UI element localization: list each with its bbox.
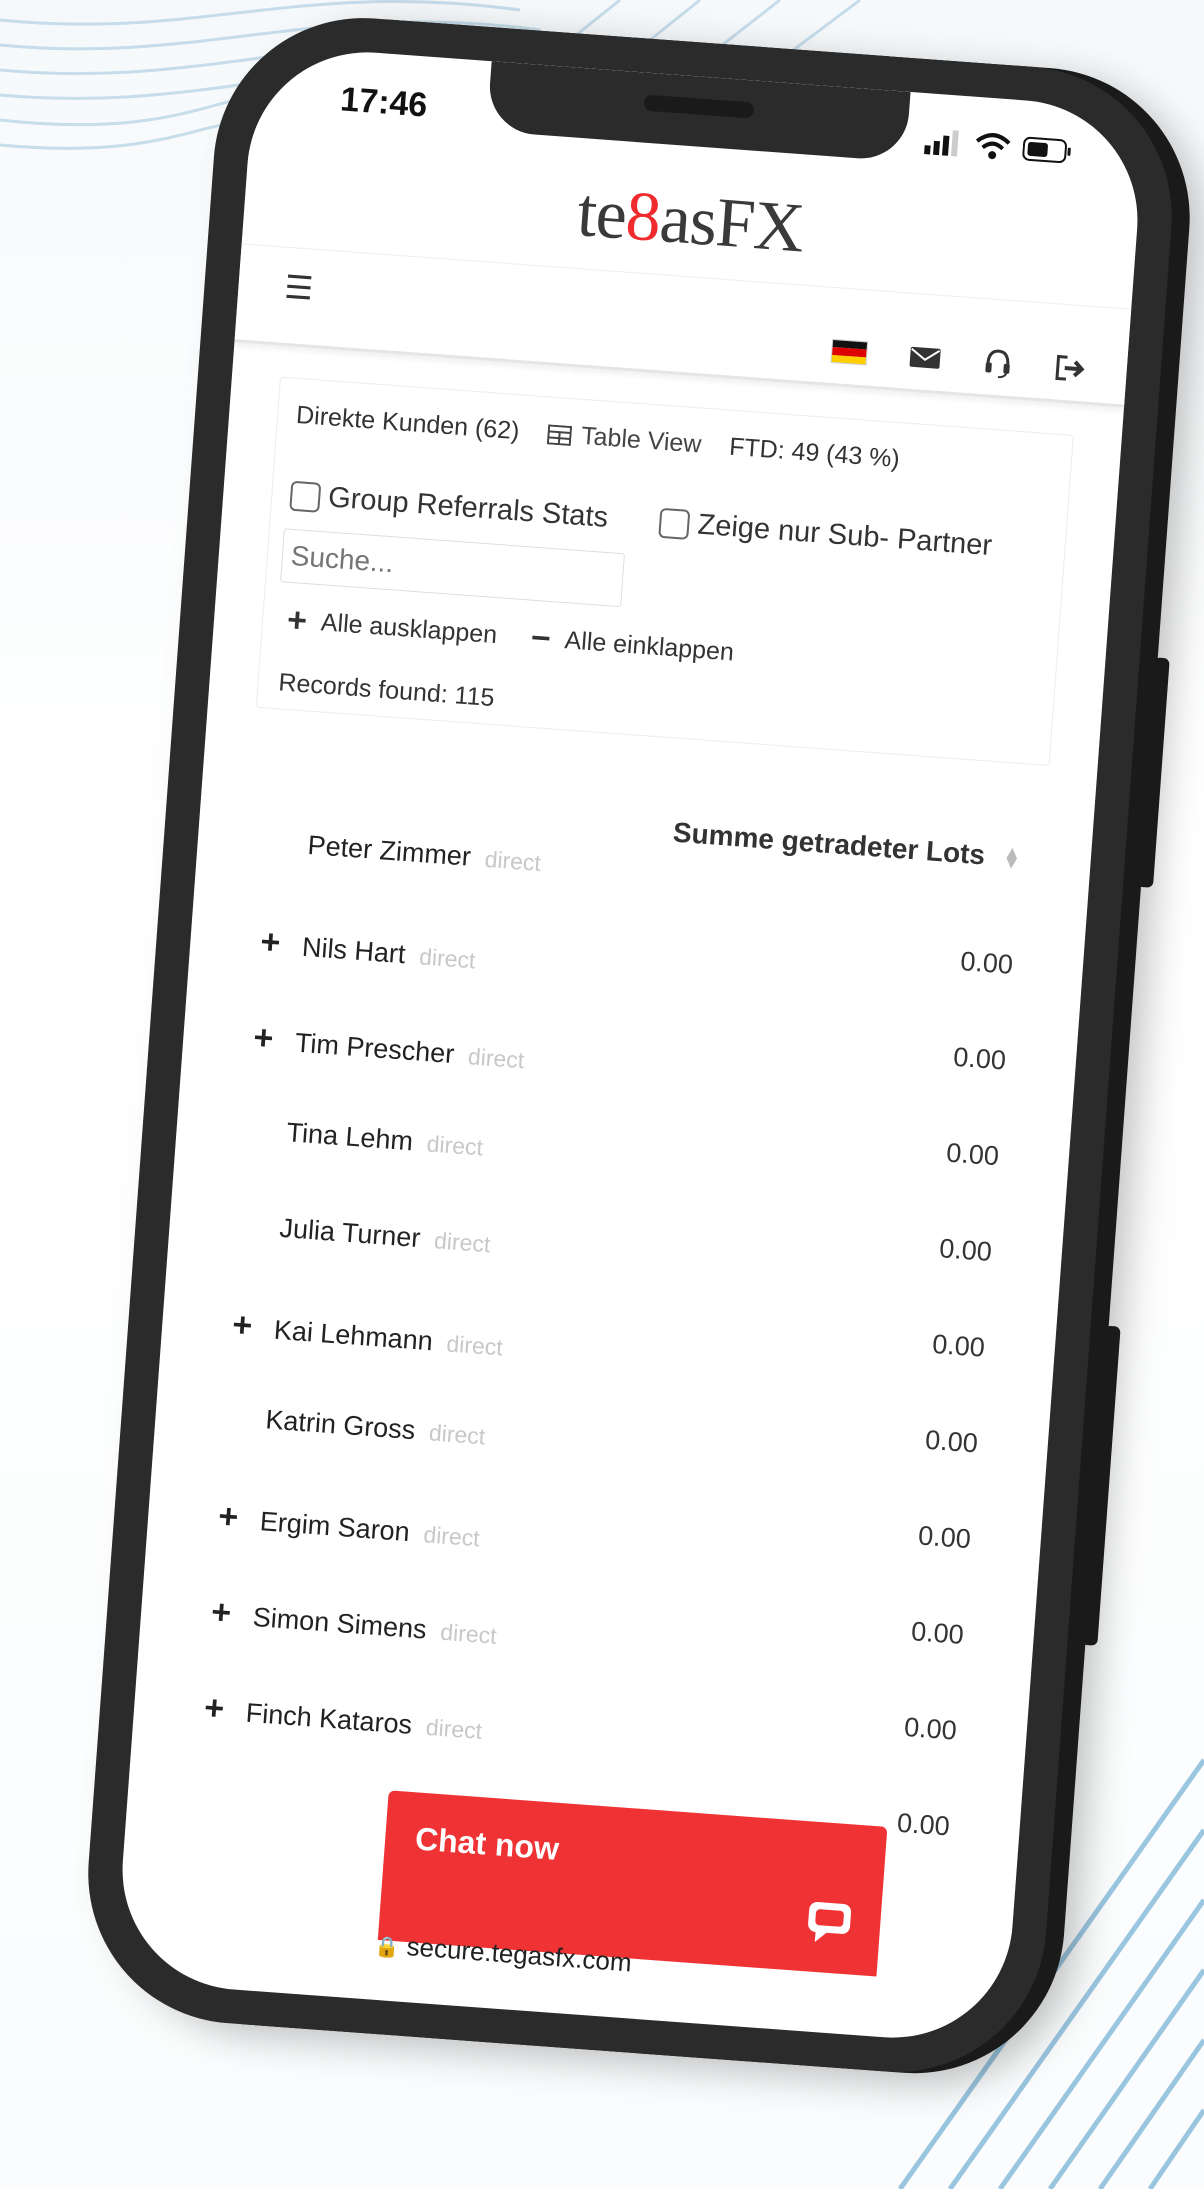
- client-name-cell: + Finch Kataros direct: [203, 1689, 484, 1748]
- expand-row-icon[interactable]: +: [203, 1689, 226, 1728]
- client-name: Peter Zimmer: [306, 829, 472, 872]
- table-row[interactable]: + Tim Prescher direct 0.00: [221, 1016, 1007, 1133]
- clients-table: Summe getradeter Lots ▲ ▼ Peter Zimmer dir…: [169, 785, 1052, 1844]
- table-row[interactable]: + Simon Simens direct 0.00: [178, 1591, 965, 1708]
- client-type-tag: direct: [424, 1713, 484, 1744]
- table-view-toggle[interactable]: Table View: [546, 419, 702, 459]
- client-name-cell: Peter Zimmer direct: [307, 830, 542, 878]
- chat-bubble-icon: [808, 1902, 852, 1942]
- client-name-cell: + Ergim Saron direct: [217, 1497, 481, 1555]
- table-row: Julia Turner direct 0.00: [207, 1208, 993, 1325]
- german-flag-icon[interactable]: [830, 338, 869, 366]
- table-row[interactable]: + Kai Lehmann direct 0.00: [200, 1303, 986, 1420]
- client-type-tag: direct: [467, 1043, 526, 1074]
- client-name: Julia Turner: [278, 1212, 422, 1254]
- search-input[interactable]: [279, 528, 625, 608]
- table-view-label: Table View: [580, 421, 703, 459]
- expand-row-icon[interactable]: +: [259, 923, 282, 962]
- signal-icon: [924, 130, 959, 157]
- ftd-stat: FTD: 49 (43 %): [728, 432, 901, 474]
- lock-icon: 🔒: [373, 1935, 401, 1960]
- status-icons: [922, 127, 1074, 166]
- lots-value-cell: 0.00: [931, 1328, 986, 1363]
- logo-text: asFX: [657, 180, 807, 268]
- client-type-tag: direct: [483, 845, 542, 876]
- client-name: Finch Kataros: [244, 1697, 414, 1740]
- envelope-icon[interactable]: [908, 345, 942, 371]
- lots-value-cell: 0.00: [910, 1616, 965, 1650]
- expand-row-icon[interactable]: +: [231, 1306, 254, 1345]
- checkbox-label: Group Referrals Stats: [327, 481, 610, 534]
- sub-partner-checkbox[interactable]: Zeige nur Sub- Partner: [658, 506, 994, 563]
- group-referrals-checkbox[interactable]: Group Referrals Stats: [289, 479, 609, 535]
- client-name: Kai Lehmann: [272, 1314, 434, 1357]
- speaker-grill: [643, 94, 755, 119]
- checkbox-label: Zeige nur Sub- Partner: [696, 508, 994, 563]
- minus-icon: −: [529, 618, 553, 659]
- client-type-tag: direct: [445, 1330, 504, 1361]
- expand-row-icon[interactable]: +: [210, 1593, 233, 1632]
- table-icon: [546, 423, 572, 446]
- hamburger-icon[interactable]: ☰: [283, 268, 314, 308]
- expand-row-icon[interactable]: +: [217, 1497, 240, 1536]
- client-name-cell: + Simon Simens direct: [210, 1593, 498, 1653]
- lots-value-cell: 0.00: [896, 1807, 951, 1842]
- client-type-tag: direct: [428, 1419, 487, 1450]
- logo-text: te: [574, 174, 629, 255]
- lots-value-cell: 0.00: [945, 1137, 1000, 1172]
- top-nav-icons: [830, 336, 1088, 385]
- headset-icon[interactable]: [982, 347, 1014, 379]
- client-name: Tina Lehm: [285, 1117, 415, 1157]
- table-row: Katrin Gross direct 0.00: [192, 1399, 979, 1516]
- client-name-cell: Tina Lehm direct: [286, 1117, 485, 1162]
- client-type-tag: direct: [439, 1618, 498, 1649]
- client-type-tag: direct: [425, 1130, 484, 1161]
- table-row: Tina Lehm direct 0.00: [214, 1112, 1000, 1229]
- client-name-cell: + Nils Hart direct: [259, 923, 477, 978]
- client-type-tag: direct: [422, 1521, 481, 1552]
- expand-all-label: Alle ausklappen: [319, 608, 499, 650]
- marketing-stage: 17:46 te8asFX ☰ Direkte Kunden (62) Tabl…: [0, 0, 1204, 2189]
- lots-value-cell: 0.00: [903, 1711, 958, 1746]
- client-name-cell: Julia Turner direct: [278, 1212, 492, 1259]
- table-row[interactable]: + Finch Kataros direct 0.00: [171, 1686, 958, 1803]
- client-name-cell: + Kai Lehmann direct: [231, 1306, 504, 1365]
- client-name-cell: Katrin Gross direct: [264, 1404, 487, 1451]
- phone-screen: 17:46 te8asFX ☰ Direkte Kunden (62) Tabl…: [114, 43, 1146, 2047]
- client-name: Katrin Gross: [264, 1404, 417, 1446]
- sort-icon[interactable]: ▲ ▼: [1002, 842, 1022, 873]
- client-name: Nils Hart: [301, 931, 407, 970]
- expand-controls: + Alle ausklappen − Alle einklappen: [286, 601, 735, 673]
- client-name: Simon Simens: [251, 1601, 428, 1645]
- client-name: Tim Prescher: [294, 1027, 456, 1070]
- lots-value-cell: 0.00: [924, 1424, 979, 1459]
- chat-now-label: Chat now: [413, 1820, 561, 1867]
- status-time: 17:46: [339, 80, 429, 125]
- expand-row-icon[interactable]: +: [252, 1018, 275, 1057]
- battery-icon: [1022, 136, 1071, 164]
- lots-value-cell: 0.00: [959, 946, 1014, 980]
- client-name: Ergim Saron: [258, 1506, 411, 1548]
- wifi-icon: [975, 133, 1011, 160]
- records-count: Records found: 115: [277, 668, 496, 713]
- collapse-all-label: Alle einklappen: [563, 626, 735, 667]
- lots-value-cell: 0.00: [952, 1041, 1007, 1076]
- client-type-tag: direct: [433, 1227, 492, 1258]
- direct-clients-label[interactable]: Direkte Kunden (62): [295, 401, 520, 446]
- checkbox-box[interactable]: [289, 480, 322, 513]
- lots-value-cell: 0.00: [938, 1233, 993, 1268]
- summary-row: Direkte Kunden (62) Table View FTD: 49 (…: [295, 401, 1061, 486]
- lots-value-cell: 0.00: [917, 1520, 972, 1555]
- expand-all-button[interactable]: + Alle ausklappen: [286, 601, 499, 655]
- checkbox-box[interactable]: [658, 507, 691, 540]
- filter-panel: Direkte Kunden (62) Table View FTD: 49 (…: [255, 376, 1074, 766]
- table-row[interactable]: + Nils Hart direct 0.00: [228, 921, 1014, 1038]
- collapse-all-button[interactable]: − Alle einklappen: [529, 619, 735, 673]
- client-name-cell: + Tim Prescher direct: [252, 1018, 526, 1077]
- plus-icon: +: [285, 600, 309, 641]
- client-type-tag: direct: [418, 943, 477, 974]
- table-row[interactable]: + Ergim Saron direct 0.00: [185, 1495, 972, 1612]
- phone-mockup: 17:46 te8asFX ☰ Direkte Kunden (62) Tabl…: [77, 7, 1183, 2083]
- logout-icon[interactable]: [1054, 353, 1088, 383]
